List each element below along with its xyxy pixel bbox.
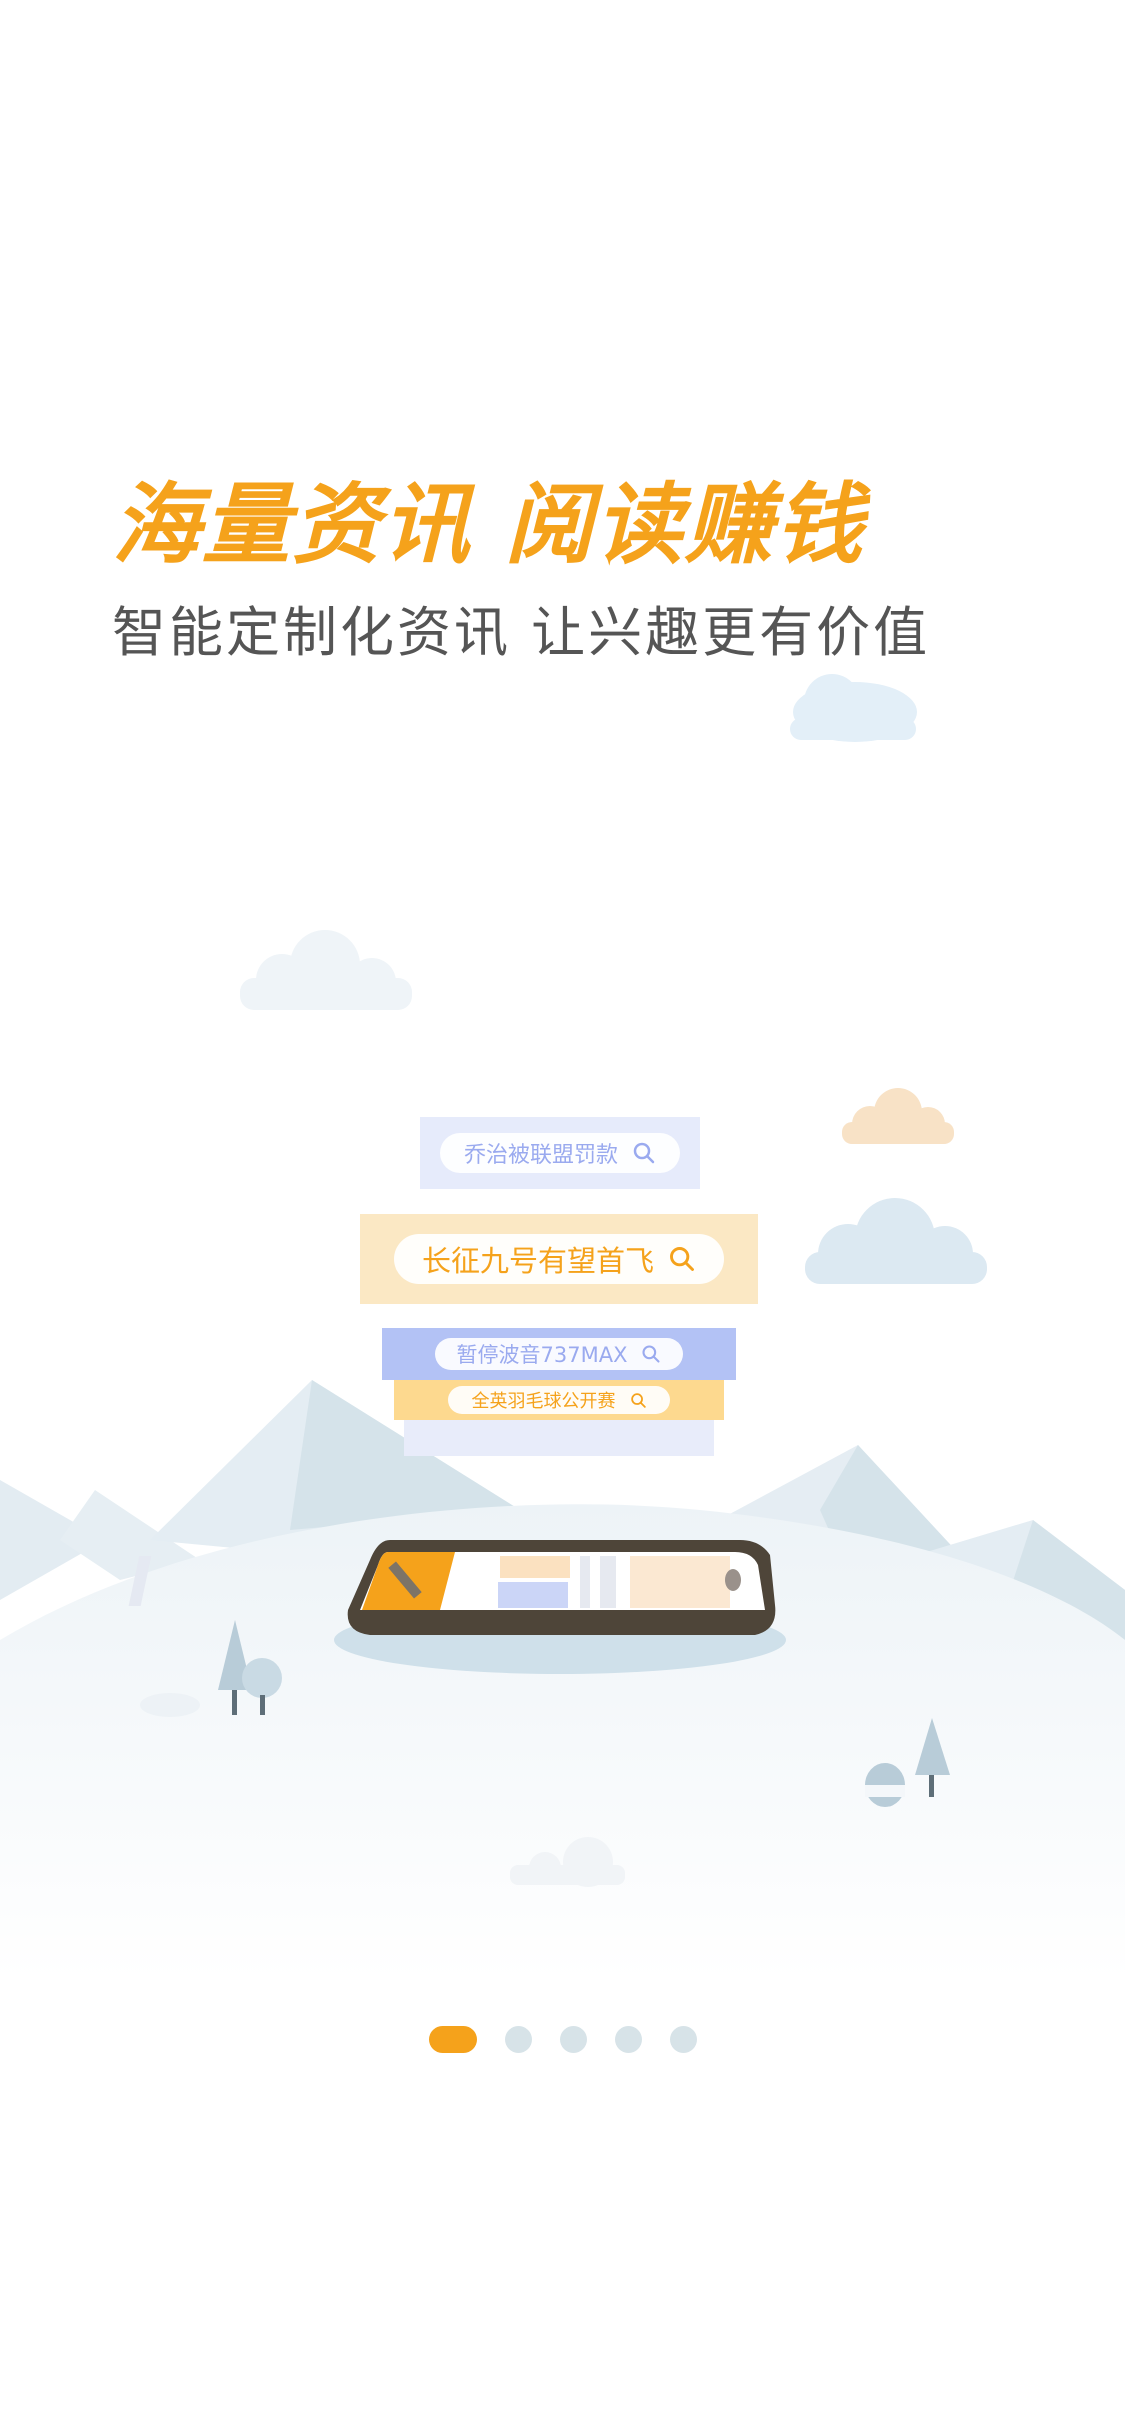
- search-card: 长征九号有望首飞: [360, 1214, 758, 1304]
- page-dot-5[interactable]: [669, 2025, 697, 2053]
- cloud-icon: [805, 1198, 987, 1284]
- search-card-base: [404, 1420, 714, 1456]
- search-card: 暂停波音737MAX: [382, 1328, 736, 1380]
- search-icon: [668, 1245, 696, 1273]
- search-icon: [632, 1141, 656, 1165]
- page-dot-4[interactable]: [614, 2025, 642, 2053]
- search-icon: [630, 1392, 647, 1409]
- cloud-icon: [790, 674, 917, 742]
- page-indicator: [0, 2024, 1125, 2054]
- page-dot-3[interactable]: [559, 2025, 587, 2053]
- search-card-text: 长征九号有望首飞: [421, 1244, 654, 1278]
- search-icon: [641, 1344, 661, 1364]
- search-card: 全英羽毛球公开赛: [394, 1380, 724, 1420]
- search-card: 乔治被联盟罚款: [420, 1117, 700, 1189]
- search-card-text: 乔治被联盟罚款: [463, 1143, 618, 1168]
- page-dot-1[interactable]: [428, 2025, 477, 2053]
- search-card-text: 暂停波音737MAX: [456, 1343, 628, 1367]
- search-card-text: 全英羽毛球公开赛: [471, 1391, 616, 1412]
- cloud-icon: [240, 930, 412, 1010]
- page-dot-2[interactable]: [504, 2025, 532, 2053]
- cloud-icon: [842, 1088, 954, 1144]
